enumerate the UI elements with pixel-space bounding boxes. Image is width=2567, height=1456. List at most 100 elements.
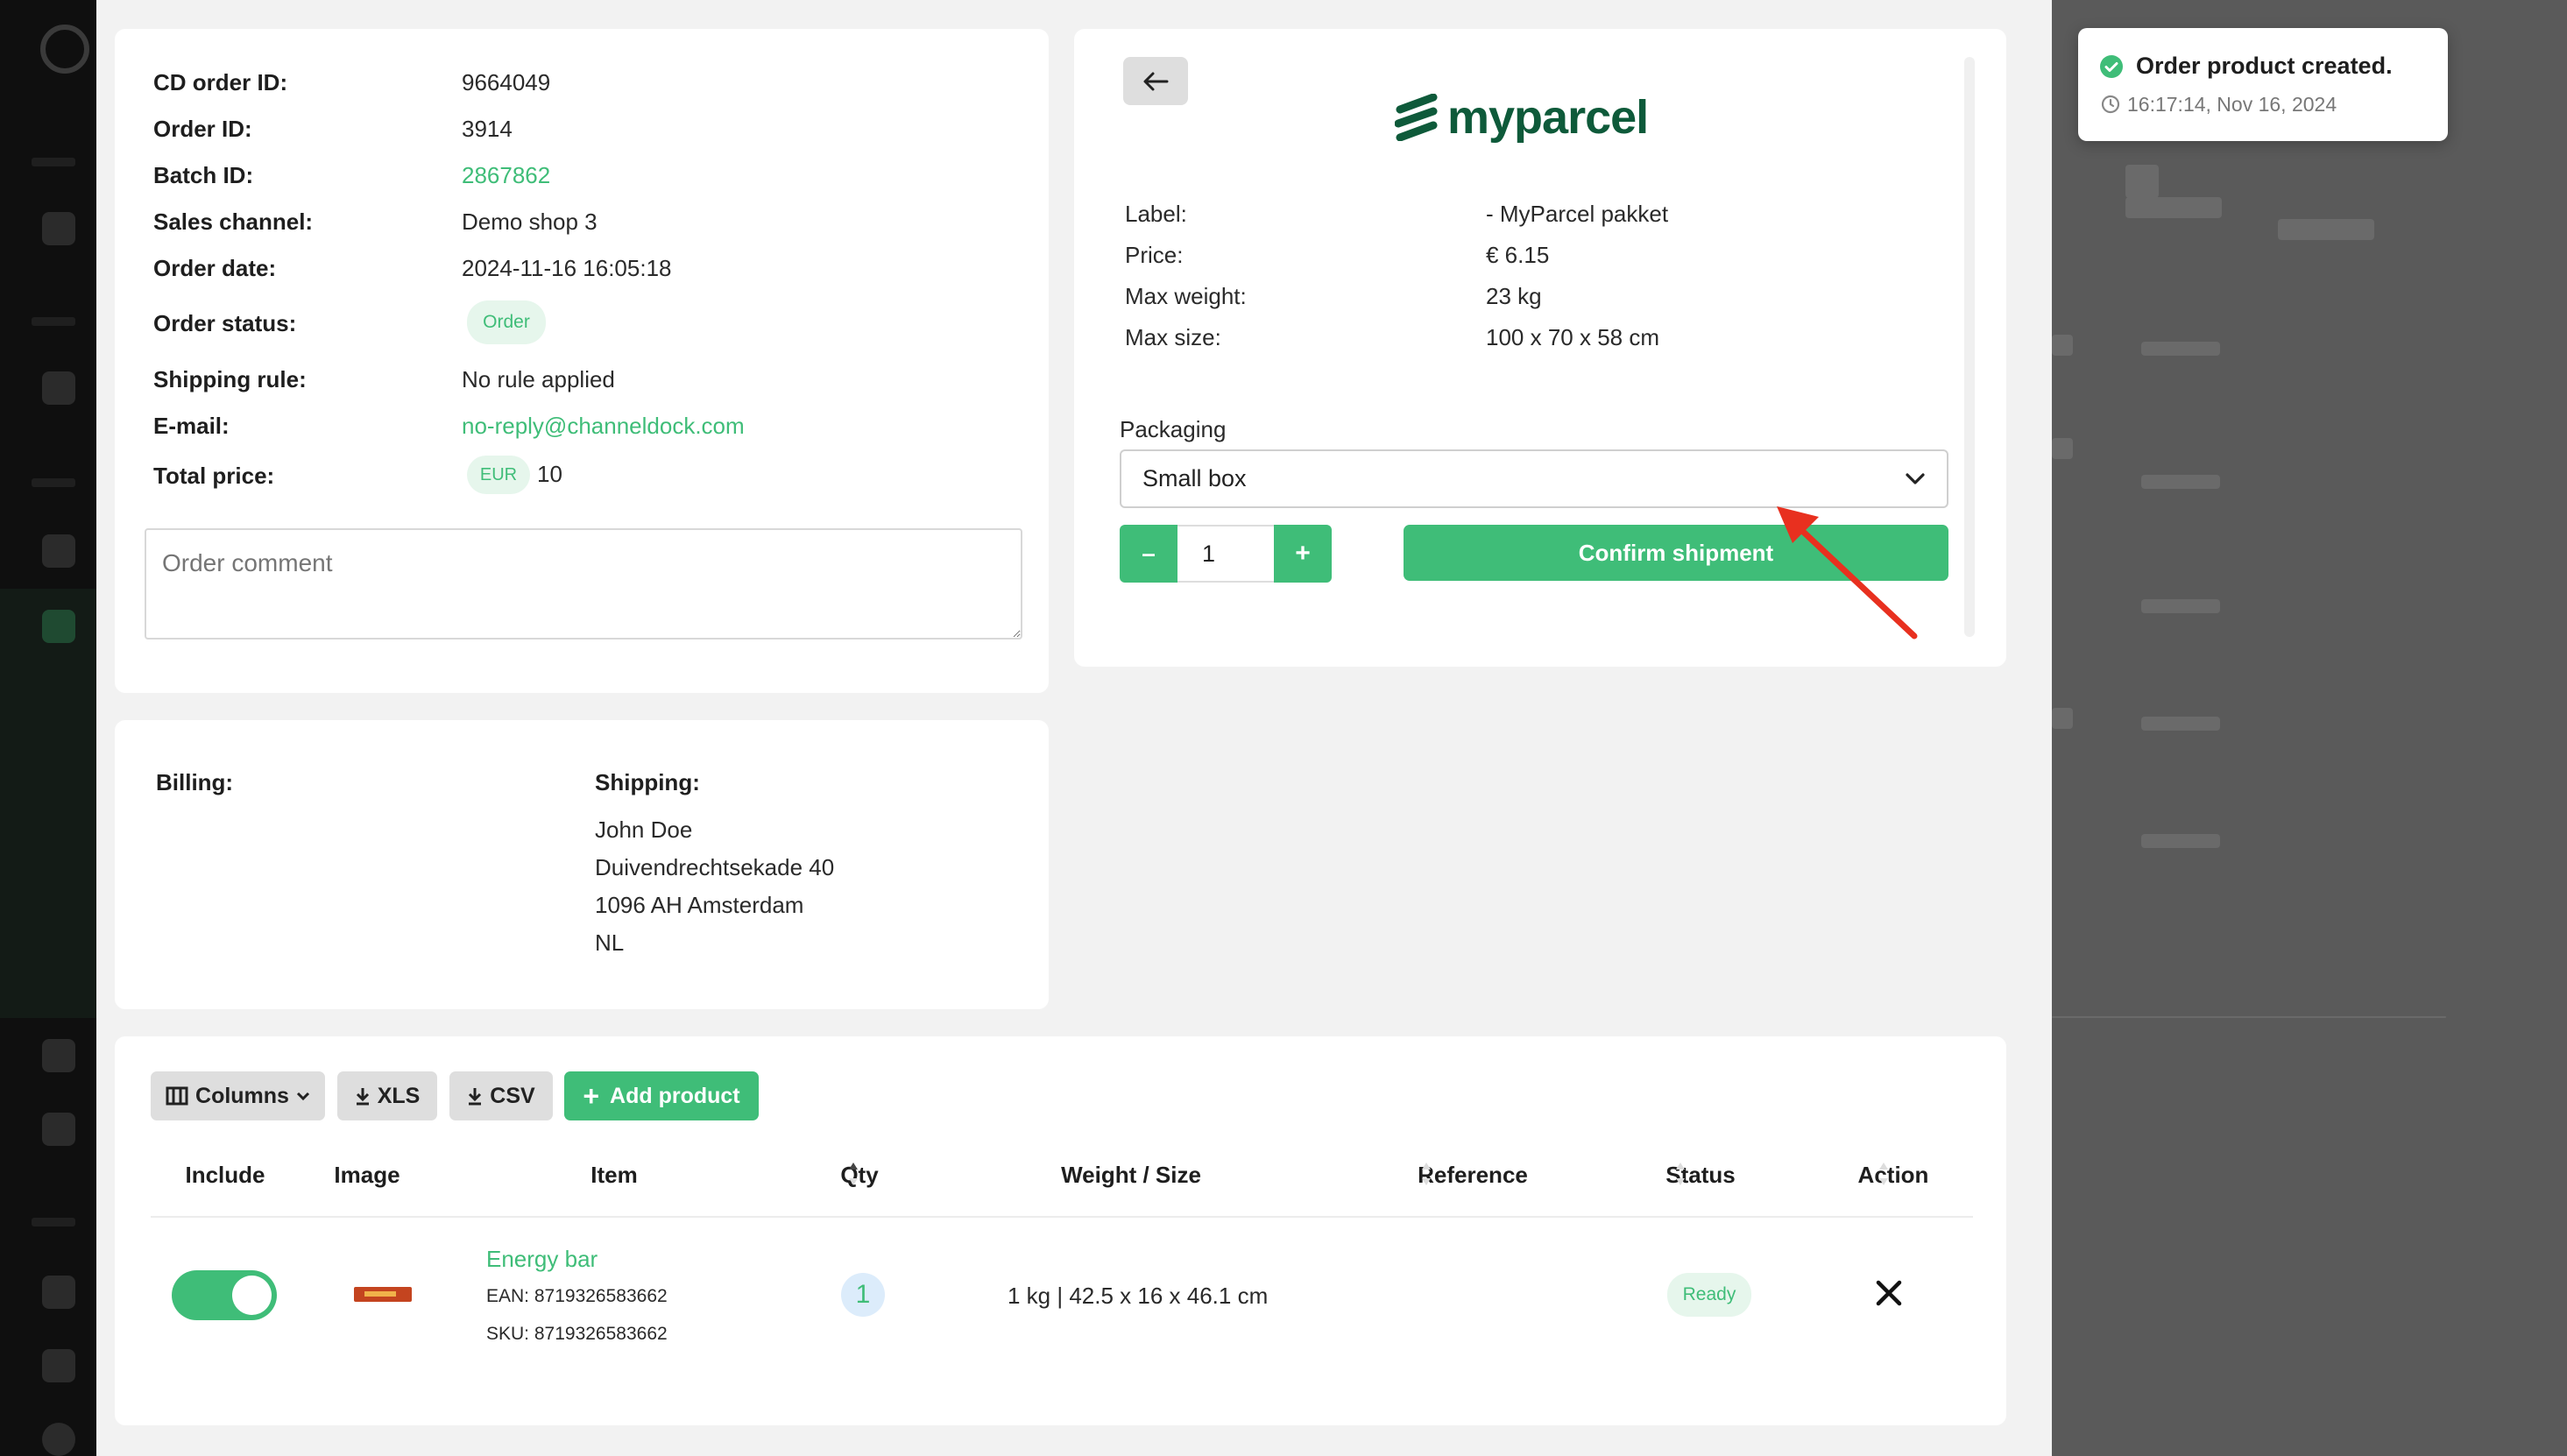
- order-info-card: CD order ID: 9664049 Order ID: 3914 Batc…: [115, 29, 1049, 693]
- packaging-selected-value: Small box: [1142, 465, 1247, 491]
- toast-title: Order product created.: [2136, 53, 2393, 79]
- qty-badge: 1: [841, 1273, 885, 1317]
- column-header-reference[interactable]: Reference: [1385, 1162, 1560, 1189]
- app-sidebar: [0, 0, 96, 1456]
- billing-label: Billing:: [156, 769, 234, 795]
- order-id-label: Order ID:: [153, 116, 252, 142]
- delete-row-button[interactable]: [1870, 1275, 1907, 1311]
- column-header-status[interactable]: Status: [1639, 1162, 1762, 1189]
- price-field-value: € 6.15: [1486, 242, 1550, 268]
- email-link[interactable]: no-reply@channeldock.com: [462, 413, 745, 440]
- order-id-value: 3914: [462, 116, 513, 142]
- product-ean: EAN: 8719326583662: [486, 1286, 668, 1306]
- ghost-cell: [2052, 335, 2073, 356]
- grid-icon[interactable]: [42, 1276, 75, 1309]
- export-xls-button[interactable]: XLS: [337, 1071, 437, 1120]
- background-overlay[interactable]: [2052, 0, 2567, 1456]
- annotation-arrow: [1777, 506, 1918, 640]
- price-field-label: Price:: [1125, 242, 1184, 268]
- avatar-icon[interactable]: [42, 1423, 75, 1456]
- plus-icon: +: [583, 1080, 600, 1112]
- add-product-button[interactable]: + Add product: [564, 1071, 759, 1120]
- shipping-rule-label: Shipping rule:: [153, 366, 307, 392]
- sync-icon[interactable]: [42, 1113, 75, 1146]
- max-size-value: 100 x 70 x 58 cm: [1486, 324, 1659, 350]
- product-name-link[interactable]: Energy bar: [486, 1246, 598, 1273]
- ghost-cell: [2141, 342, 2220, 356]
- arrow-left-icon: [1142, 71, 1169, 92]
- email-label: E-mail:: [153, 413, 230, 439]
- column-header-action[interactable]: Action: [1832, 1162, 1955, 1189]
- add-product-label: Add product: [610, 1083, 740, 1108]
- sales-channel-value: Demo shop 3: [462, 209, 598, 235]
- order-detail-drawer: CD order ID: 9664049 Order ID: 3914 Batc…: [96, 0, 2052, 1456]
- currency-badge: EUR: [467, 456, 530, 494]
- order-comment-input[interactable]: [145, 528, 1022, 640]
- max-weight-value: 23 kg: [1486, 283, 1542, 309]
- order-date-label: Order date:: [153, 255, 277, 281]
- inbox-icon[interactable]: [42, 1039, 75, 1072]
- myparcel-logo-mark-icon: [1395, 94, 1438, 141]
- ghost-header-label: [2278, 219, 2374, 240]
- close-icon: [1875, 1279, 1903, 1307]
- ghost-cell: [2052, 708, 2073, 729]
- columns-icon: [166, 1086, 188, 1106]
- label-field-value: - MyParcel pakket: [1486, 201, 1669, 227]
- product-image[interactable]: [354, 1287, 412, 1302]
- scrollbar-track[interactable]: [1964, 57, 1975, 637]
- shipment-icon[interactable]: [42, 610, 75, 643]
- column-header-qty[interactable]: Qty: [816, 1162, 903, 1189]
- weight-size-value: 1 kg | 42.5 x 16 x 46.1 cm: [1008, 1283, 1269, 1309]
- increment-button[interactable]: +: [1274, 525, 1332, 583]
- order-status-label: Order status:: [153, 310, 297, 336]
- box-icon[interactable]: [42, 534, 75, 568]
- column-header-include[interactable]: Include: [164, 1162, 286, 1189]
- columns-label: Columns: [195, 1083, 289, 1108]
- sales-channel-label: Sales channel:: [153, 209, 314, 235]
- sort-icon[interactable]: [1674, 1159, 1687, 1189]
- clock-icon: [2101, 95, 2120, 114]
- chat-icon[interactable]: [42, 1349, 75, 1382]
- cd-order-id-value: 9664049: [462, 69, 551, 95]
- ghost-cell: [2141, 475, 2220, 489]
- quantity-stepper: – 1 +: [1120, 525, 1332, 583]
- back-button[interactable]: [1123, 57, 1188, 105]
- shipping-city: 1096 AH Amsterdam: [595, 892, 804, 918]
- columns-button[interactable]: Columns: [151, 1071, 325, 1120]
- xls-label: XLS: [377, 1083, 421, 1108]
- max-size-label: Max size:: [1125, 324, 1221, 350]
- column-header-image[interactable]: Image: [315, 1162, 420, 1189]
- address-card: Billing: Shipping: John Doe Duivendrecht…: [115, 720, 1049, 1009]
- ghost-header-label: [2125, 197, 2222, 218]
- cd-order-id-label: CD order ID:: [153, 69, 288, 95]
- ghost-checkbox: [2125, 165, 2159, 198]
- column-header-item[interactable]: Item: [562, 1162, 667, 1189]
- product-sku: SKU: 8719326583662: [486, 1324, 668, 1344]
- order-date-value: 2024-11-16 16:05:18: [462, 255, 672, 281]
- toast-timestamp: 16:17:14, Nov 16, 2024: [2127, 93, 2337, 116]
- toggle-knob: [232, 1276, 272, 1315]
- myparcel-brand-text: myparcel: [1447, 91, 1649, 144]
- sidebar-active-section: [0, 589, 96, 1018]
- app-logo[interactable]: [40, 25, 89, 74]
- panel-icon[interactable]: [42, 212, 75, 245]
- total-price-label: Total price:: [153, 463, 275, 489]
- decrement-button[interactable]: –: [1120, 525, 1177, 583]
- download-icon: [467, 1086, 483, 1106]
- sort-icon[interactable]: [847, 1159, 859, 1189]
- column-header-weight-size[interactable]: Weight / Size: [1026, 1162, 1236, 1189]
- batch-id-link[interactable]: 2867862: [462, 162, 550, 189]
- sort-icon[interactable]: [1420, 1159, 1432, 1189]
- cart-icon[interactable]: [42, 371, 75, 405]
- sidebar-section-label: [32, 317, 75, 326]
- csv-label: CSV: [490, 1083, 535, 1108]
- export-csv-button[interactable]: CSV: [449, 1071, 553, 1120]
- shipping-name: John Doe: [595, 816, 693, 843]
- toast-notification[interactable]: Order product created. 16:17:14, Nov 16,…: [2078, 28, 2448, 141]
- ghost-cell: [2052, 438, 2073, 459]
- sort-icon[interactable]: [1878, 1159, 1890, 1189]
- quantity-input[interactable]: 1: [1177, 525, 1274, 583]
- chevron-down-icon: [1905, 472, 1926, 486]
- sidebar-section-label: [32, 1218, 75, 1226]
- include-toggle[interactable]: [172, 1270, 277, 1320]
